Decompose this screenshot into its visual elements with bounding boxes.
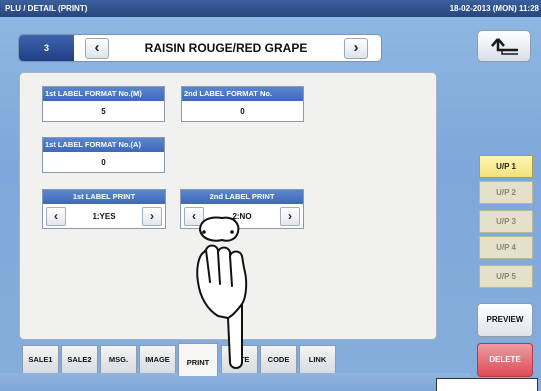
- plu-number[interactable]: 3: [19, 35, 74, 61]
- delete-button[interactable]: DELETE: [477, 343, 533, 377]
- corner-box: [436, 378, 538, 391]
- return-arrow-icon: [491, 38, 518, 55]
- second-label-format-field[interactable]: 2nd LABEL FORMAT No. 0: [181, 86, 304, 122]
- field-label: 2nd LABEL FORMAT No.: [182, 87, 303, 101]
- datetime: 18-02-2013 (MON) 11:28: [449, 4, 539, 13]
- selector-label: 2nd LABEL PRINT: [181, 190, 303, 204]
- unit-price-5-button[interactable]: U/P 5: [479, 265, 533, 288]
- unit-price-3-button[interactable]: U/P 3: [479, 210, 533, 233]
- first-label-print-next-button[interactable]: ›: [142, 207, 162, 226]
- chevron-left-icon: ‹: [94, 39, 100, 56]
- prev-item-button[interactable]: ‹: [85, 38, 109, 59]
- tab-sale1[interactable]: SALE1: [22, 345, 59, 373]
- unit-price-2-button[interactable]: U/P 2: [479, 181, 533, 204]
- tab-link[interactable]: LINK: [299, 345, 336, 373]
- chevron-right-icon: ›: [150, 209, 154, 223]
- preview-button[interactable]: PREVIEW: [477, 303, 533, 337]
- next-item-button[interactable]: ›: [344, 38, 368, 59]
- window-title: PLU / DETAIL (PRINT): [5, 4, 88, 13]
- chevron-right-icon: ›: [288, 209, 292, 223]
- unit-price-4-button[interactable]: U/P 4: [479, 236, 533, 259]
- first-label-print-selector: 1st LABEL PRINT ‹ 1:YES ›: [42, 189, 166, 229]
- selector-value: 1:YES: [92, 212, 116, 221]
- item-name: RAISIN ROUGE/RED GRAPE: [144, 41, 308, 55]
- second-label-print-next-button[interactable]: ›: [280, 207, 300, 226]
- tab-sale2[interactable]: SALE2: [61, 345, 98, 373]
- field-value: 5: [101, 107, 106, 116]
- tab-image[interactable]: IMAGE: [139, 345, 176, 373]
- pointing-hand-icon: [196, 216, 248, 369]
- chevron-right-icon: ›: [353, 39, 359, 56]
- selector-label: 1st LABEL PRINT: [43, 190, 165, 204]
- back-button[interactable]: [477, 30, 531, 62]
- field-value: 0: [240, 107, 245, 116]
- field-label: 1st LABEL FORMAT No.(M): [43, 87, 164, 101]
- field-label: 1st LABEL FORMAT No.(A): [43, 138, 164, 152]
- unit-price-1-button[interactable]: U/P 1: [479, 155, 533, 178]
- field-value: 0: [101, 158, 106, 167]
- title-bar: PLU / DETAIL (PRINT) 18-02-2013 (MON) 11…: [0, 0, 541, 17]
- tab-msg[interactable]: MSG.: [100, 345, 137, 373]
- first-label-print-prev-button[interactable]: ‹: [46, 207, 66, 226]
- plu-detail-screen: PLU / DETAIL (PRINT) 18-02-2013 (MON) 11…: [0, 0, 541, 391]
- first-label-format-m-field[interactable]: 1st LABEL FORMAT No.(M) 5: [42, 86, 165, 122]
- chevron-left-icon: ‹: [54, 209, 58, 223]
- first-label-format-a-field[interactable]: 1st LABEL FORMAT No.(A) 0: [42, 137, 165, 173]
